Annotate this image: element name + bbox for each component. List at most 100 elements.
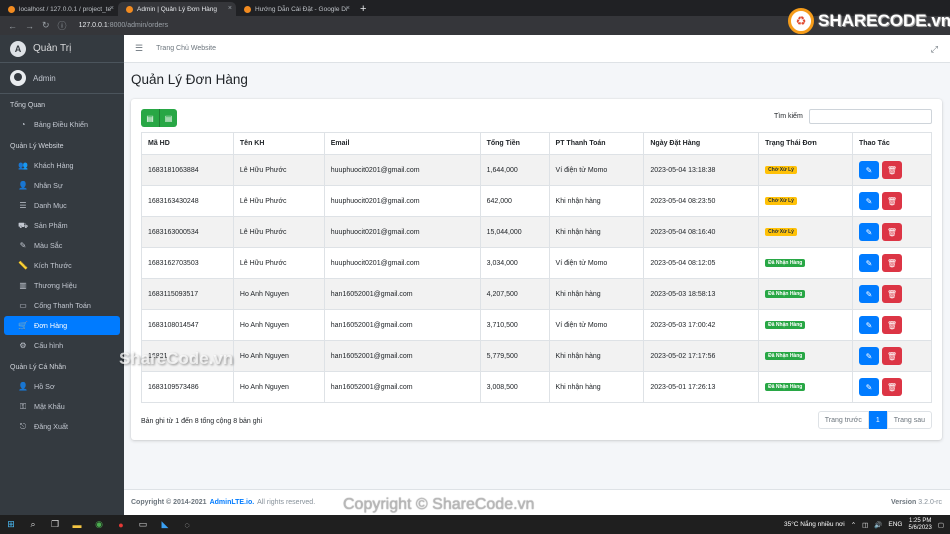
page-title: Quản Lý Đơn Hàng	[131, 72, 248, 87]
fullscreen-icon[interactable]: ⤢	[931, 44, 938, 55]
language-indicator[interactable]: ENG	[888, 521, 902, 528]
edit-button[interactable]: ✎	[858, 223, 879, 241]
cell-date: 2023-05-04 08:12:05	[643, 247, 760, 279]
cell-actions: ✎ 🗑	[851, 247, 933, 279]
sidebar-item[interactable]: 👤 Nhân Sự	[4, 176, 120, 195]
sidebar-item-label: Đăng Xuất	[34, 422, 68, 431]
edit-button[interactable]: ✎	[858, 254, 879, 272]
edit-button[interactable]: ✎	[858, 192, 879, 210]
browser-tab[interactable]: localhost / 127.0.0.1 / project_te ×	[0, 2, 118, 16]
sidebar-item[interactable]: ⚙ Cấu hình	[4, 336, 120, 355]
terminal-icon[interactable]: ▭	[132, 515, 154, 534]
task-view-icon[interactable]: ❐	[44, 515, 66, 534]
footer-brand-link[interactable]: AdminLTE.io.	[210, 499, 255, 506]
file-explorer-icon[interactable]: ▬	[66, 515, 88, 534]
tab-favicon-icon	[244, 5, 251, 13]
status-badge: Chờ Xử Lý	[765, 166, 797, 174]
export-excel-button[interactable]: ▤	[141, 109, 159, 127]
edit-button[interactable]: ✎	[858, 161, 879, 179]
edit-button[interactable]: ✎	[858, 285, 879, 303]
volume-icon[interactable]: 🔊	[874, 521, 882, 529]
column-header[interactable]: PT Thanh Toán	[548, 132, 645, 155]
delete-button[interactable]: 🗑	[881, 316, 902, 334]
app-icon[interactable]: ◌	[176, 515, 198, 534]
search-icon[interactable]: ⌕	[22, 515, 44, 534]
cell-total: 3,710,500	[479, 309, 550, 341]
network-icon[interactable]: ◫	[862, 521, 868, 529]
delete-button[interactable]: 🗑	[881, 347, 902, 365]
delete-button[interactable]: 🗑	[881, 223, 902, 241]
sidebar-item-label: Danh Mục	[34, 201, 67, 210]
money-icon: ▭	[19, 301, 27, 310]
cell-status: Chờ Xử Lý	[758, 216, 853, 248]
browser-tab[interactable]: Hướng Dẫn Cài Đặt - Google Dr ×	[236, 2, 354, 16]
home-website-link[interactable]: Trang Chủ Website	[156, 45, 216, 52]
user-panel[interactable]: Admin	[0, 63, 124, 94]
delete-button[interactable]: 🗑	[881, 192, 902, 210]
sidebar-item[interactable]: 👤 Hồ Sơ	[4, 377, 120, 396]
tab-title: localhost / 127.0.0.1 / project_te	[19, 5, 112, 13]
sidebar-item[interactable]: ◔ Bảng Điều Khiển	[4, 115, 120, 134]
sidebar-item[interactable]: ☰ Danh Mục	[4, 196, 120, 215]
column-header[interactable]: Trạng Thái Đơn	[758, 132, 853, 155]
menu-toggle-icon[interactable]: ☰	[135, 43, 143, 54]
weather-text[interactable]: 35°C Nắng nhiều nơi	[784, 521, 845, 528]
file-excel-icon: ▤	[146, 113, 154, 123]
row-actions: ✎ 🗑	[858, 347, 902, 365]
tab-close-icon[interactable]: ×	[110, 5, 114, 12]
record-icon[interactable]: ●	[110, 515, 132, 534]
sidebar-item[interactable]: 📏 Kích Thước	[4, 256, 120, 275]
notification-icon[interactable]: ▢	[938, 521, 944, 529]
chrome-icon[interactable]: ◉	[88, 515, 110, 534]
tab-close-icon[interactable]: ×	[228, 5, 232, 12]
column-header[interactable]: Mã HD	[141, 132, 234, 155]
row-actions: ✎ 🗑	[858, 254, 902, 272]
table-row: 1683162703503 Lê Hữu Phước huuphuocit0201@…	[141, 247, 933, 279]
column-header[interactable]: Tổng Tiền	[479, 132, 550, 155]
chevron-up-icon[interactable]: ⌃	[851, 521, 856, 529]
search-input[interactable]	[809, 109, 932, 124]
sidebar-item[interactable]: 👥 Khách Hàng	[4, 156, 120, 175]
new-tab-button[interactable]: +	[354, 2, 372, 16]
current-page-button[interactable]: 1	[868, 411, 887, 429]
edit-button[interactable]: ✎	[858, 316, 879, 334]
cell-name: Lê Hữu Phước	[232, 247, 325, 279]
sidebar-item[interactable]: ⛟ Sản Phẩm	[4, 216, 120, 235]
sidebar-item[interactable]: ⚿ Mật Khẩu	[4, 397, 120, 416]
prev-page-button[interactable]: Trang trước	[817, 411, 869, 429]
url-field[interactable]: 127.0.0.1:8000/admin/orders	[79, 22, 169, 29]
back-icon[interactable]: ←	[8, 21, 17, 31]
delete-button[interactable]: 🗑	[881, 254, 902, 272]
sidebar-item[interactable]: 🛒 Đơn Hàng	[4, 316, 120, 335]
column-header[interactable]: Thao Tác	[851, 132, 933, 155]
windows-start-icon[interactable]: ⊞	[0, 515, 22, 534]
next-page-button[interactable]: Trang sau	[886, 411, 932, 429]
edit-button[interactable]: ✎	[858, 378, 879, 396]
sidebar-item[interactable]: ▭ Cổng Thanh Toán	[4, 296, 120, 315]
delete-button[interactable]: 🗑	[881, 378, 902, 396]
sidebar-item[interactable]: ▥ Thương Hiệu	[4, 276, 120, 295]
browser-tab[interactable]: Admin | Quản Lý Đơn Hàng ×	[118, 2, 236, 16]
sidebar-item[interactable]: ⎋ Đăng Xuất	[4, 417, 120, 436]
sidebar-item-label: Bảng Điều Khiển	[34, 120, 88, 129]
table-row: 1683115093517 Ho Anh Nguyen han16052001@gm…	[141, 278, 933, 310]
brand-link[interactable]: A Quản Trị	[0, 35, 124, 63]
cell-name: Ho Anh Nguyen	[232, 309, 325, 341]
column-header[interactable]: Email	[323, 132, 481, 155]
vscode-icon[interactable]: ◣	[154, 515, 176, 534]
delete-button[interactable]: 🗑	[881, 161, 902, 179]
delete-button[interactable]: 🗑	[881, 285, 902, 303]
column-header[interactable]: Ngày Đặt Hàng	[643, 132, 760, 155]
forward-icon[interactable]: →	[25, 21, 34, 31]
cell-id: 1683163430248	[141, 185, 234, 217]
clock[interactable]: 1:25 PM 5/6/2023	[908, 518, 931, 532]
column-header[interactable]: Tên KH	[232, 132, 325, 155]
export-pdf-button[interactable]: ▤	[159, 109, 177, 127]
cell-email: huuphuocit0201@gmail.com	[323, 216, 481, 248]
row-actions: ✎ 🗑	[858, 316, 902, 334]
edit-button[interactable]: ✎	[858, 347, 879, 365]
reload-icon[interactable]: ↻	[42, 20, 50, 31]
tab-close-icon[interactable]: ×	[346, 5, 350, 12]
sidebar-item[interactable]: ✎ Màu Sắc	[4, 236, 120, 255]
cell-id: 1683181063884	[141, 154, 234, 186]
